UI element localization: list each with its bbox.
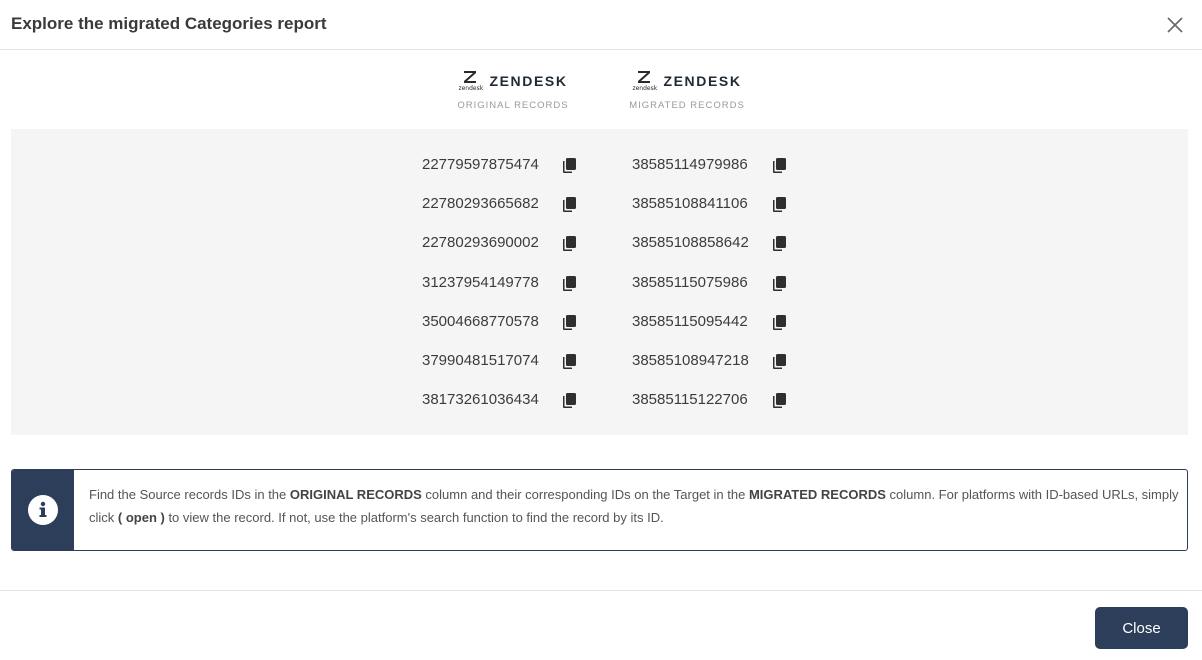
info-text-1: Find the Source records IDs in the (89, 487, 290, 502)
info-sidebar (12, 470, 74, 550)
target-record-id: 38585108947218 (632, 352, 749, 369)
copy-icon[interactable] (771, 235, 787, 252)
copy-icon[interactable] (561, 275, 577, 292)
copy-icon[interactable] (561, 235, 577, 252)
record-row: 22779597875474 38585114979986 (11, 153, 1188, 177)
target-record-id: 38585115075986 (632, 273, 748, 291)
target-record-id: 38585108841106 (632, 195, 748, 213)
target-record-id: 38585108858642 (632, 234, 749, 252)
source-brand-small: zendesk (458, 85, 484, 92)
target-record-id: 38585115122706 (632, 391, 748, 409)
copy-icon[interactable] (771, 157, 787, 174)
close-button[interactable]: Close (1095, 607, 1188, 649)
target-brand-word: ZENDESK (663, 73, 742, 89)
source-column-header: zendesk ZENDESK ORIGINAL RECORDS (433, 70, 593, 111)
target-brand: zendesk ZENDESK (607, 70, 767, 96)
target-record-id: 38585114979986 (632, 156, 748, 173)
copy-icon[interactable] (561, 196, 577, 213)
source-brand: zendesk ZENDESK (433, 70, 593, 96)
source-record-id: 22780293690002 (422, 234, 539, 252)
info-bold-migrated: MIGRATED RECORDS (748, 487, 886, 502)
close-icon[interactable] (1164, 14, 1186, 36)
modal-title: Explore the migrated Categories report (11, 14, 327, 33)
copy-icon[interactable] (561, 392, 577, 409)
copy-icon[interactable] (561, 353, 577, 370)
source-record-id: 37990481517074 (422, 352, 539, 369)
target-brand-small: zendesk (632, 85, 658, 92)
info-icon (28, 495, 58, 525)
copy-icon[interactable] (771, 196, 787, 213)
record-row: 22780293665682 38585108841106 (11, 192, 1188, 216)
modal-footer: Close (0, 590, 1202, 660)
source-record-id: 22779597875474 (422, 156, 539, 173)
record-row: 38173261036434 38585115122706 (11, 388, 1188, 412)
records-panel: 22779597875474 38585114979986 227802936656… (11, 129, 1188, 435)
info-text-2: column and their corresponding IDs on th… (421, 487, 749, 502)
target-column-header: zendesk ZENDESK MIGRATED RECORDS (607, 70, 767, 111)
zendesk-logo-icon: zendesk (458, 70, 484, 94)
info-text: Find the Source records IDs in the ORIGI… (89, 483, 1179, 529)
record-row: 31237954149778 38585115075986 (11, 271, 1188, 295)
source-record-id: 35004668770578 (422, 312, 539, 330)
source-column-caption: ORIGINAL RECORDS (457, 100, 569, 111)
info-text-4: to view the record. If not, use the plat… (164, 510, 664, 525)
copy-icon[interactable] (561, 314, 577, 331)
record-row: 35004668770578 38585115095442 (11, 310, 1188, 334)
zendesk-logo-icon: zendesk (632, 70, 658, 94)
info-bold-original: ORIGINAL RECORDS (289, 487, 422, 502)
source-record-id: 22780293665682 (422, 195, 539, 213)
source-record-id: 31237954149778 (422, 273, 539, 291)
record-row: 37990481517074 38585108947218 (11, 349, 1188, 373)
copy-icon[interactable] (771, 314, 787, 331)
copy-icon[interactable] (561, 157, 577, 174)
source-brand-word: ZENDESK (489, 73, 568, 89)
target-record-id: 38585115095442 (632, 312, 748, 330)
info-box: Find the Source records IDs in the ORIGI… (11, 469, 1188, 551)
copy-icon[interactable] (771, 392, 787, 409)
record-row: 22780293690002 38585108858642 (11, 231, 1188, 255)
modal-header: Explore the migrated Categories report (0, 0, 1202, 50)
copy-icon[interactable] (771, 275, 787, 292)
copy-icon[interactable] (771, 353, 787, 370)
source-record-id: 38173261036434 (422, 391, 539, 409)
target-column-caption: MIGRATED RECORDS (629, 100, 745, 111)
info-bold-open: ( open ) (117, 510, 165, 525)
report-modal: Explore the migrated Categories report z… (0, 0, 1202, 660)
